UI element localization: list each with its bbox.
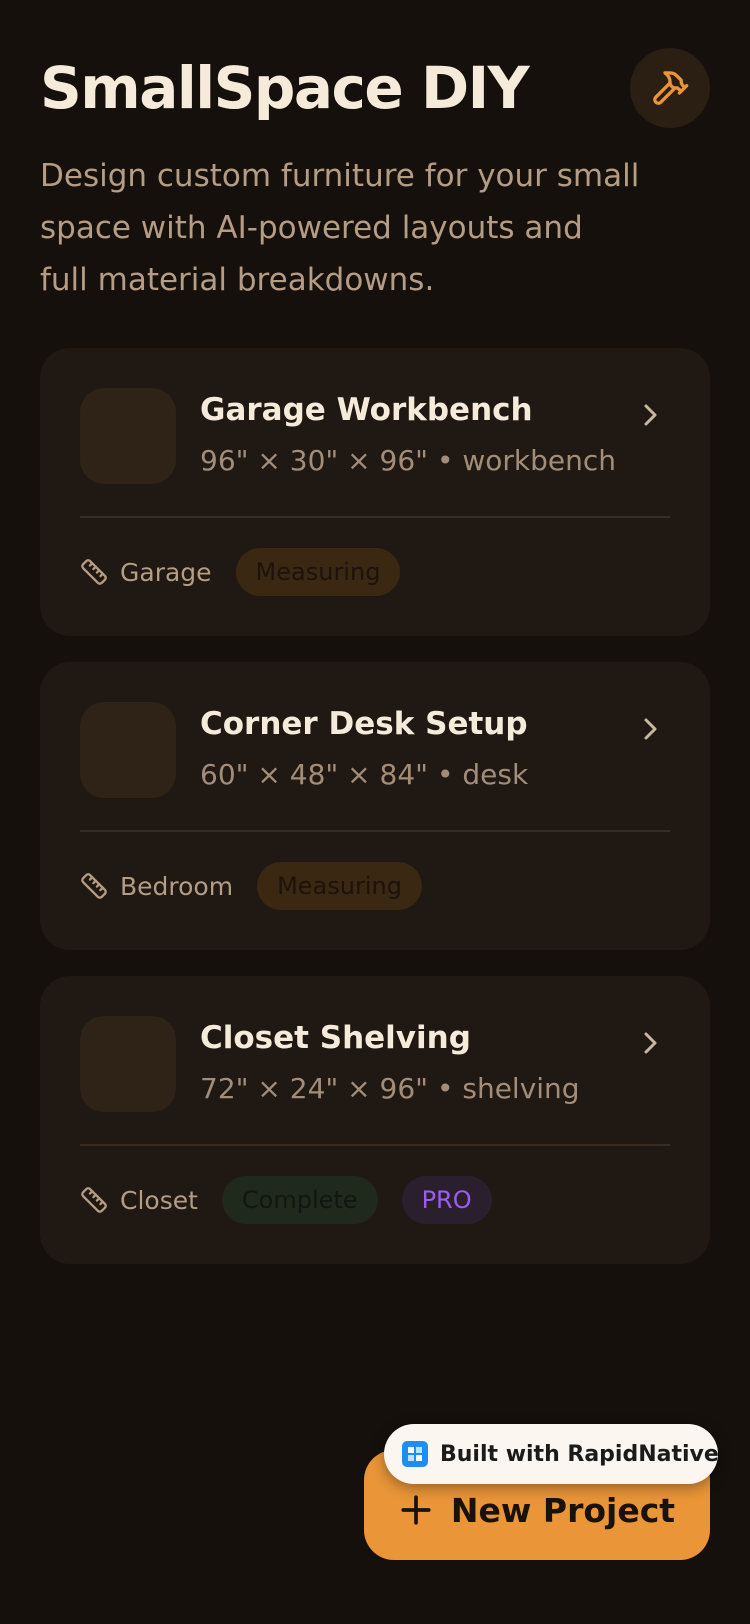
project-dimensions: 96" × 30" × 96" • workbench	[200, 444, 617, 477]
pro-badge: PRO	[401, 1176, 492, 1224]
ruler-icon	[81, 559, 107, 585]
rapidnative-logo-icon	[402, 1441, 428, 1467]
chevron-right-icon[interactable]	[640, 714, 660, 744]
project-location: Closet	[120, 1185, 198, 1215]
card-header: Corner Desk Setup 60" × 48" × 84" • desk	[80, 702, 670, 798]
card-header: Garage Workbench 96" × 30" × 96" • workb…	[80, 388, 670, 484]
project-dimensions: 60" × 48" × 84" • desk	[200, 758, 529, 791]
project-card-closet-shelving[interactable]: Closet Shelving 72" × 24" × 96" • shelvi…	[40, 976, 710, 1264]
chevron-right-icon[interactable]	[640, 1028, 660, 1058]
card-header: Closet Shelving 72" × 24" × 96" • shelvi…	[80, 1016, 670, 1112]
status-badge: Measuring	[257, 862, 422, 910]
new-project-label: New Project	[450, 1490, 676, 1530]
header: SmallSpace DIY Design custom furniture f…	[40, 48, 710, 306]
built-with-label: Built with RapidNative	[440, 1441, 719, 1467]
project-location: Garage	[120, 557, 212, 587]
project-thumbnail	[80, 1016, 176, 1112]
plus-icon	[401, 1495, 431, 1525]
status-badge: Complete	[221, 1176, 378, 1224]
page-title: SmallSpace DIY	[40, 54, 530, 122]
card-divider	[80, 516, 670, 518]
page-subtitle: Design custom furniture for your small s…	[40, 158, 640, 298]
card-footer: Garage Measuring	[80, 548, 424, 596]
app-screen: SmallSpace DIY Design custom furniture f…	[0, 0, 750, 1624]
card-footer: Closet Complete PRO	[80, 1176, 516, 1224]
card-divider	[80, 830, 670, 832]
card-footer: Bedroom Measuring	[80, 862, 446, 910]
status-badge: Measuring	[235, 548, 401, 596]
project-name: Corner Desk Setup	[200, 706, 528, 742]
project-name: Garage Workbench	[200, 392, 533, 428]
project-thumbnail	[80, 388, 176, 484]
project-thumbnail	[80, 702, 176, 798]
project-name: Closet Shelving	[200, 1020, 471, 1056]
chevron-right-icon[interactable]	[640, 400, 660, 430]
ruler-icon	[81, 1187, 107, 1213]
built-with-badge[interactable]: Built with RapidNative	[384, 1424, 719, 1484]
ruler-icon	[81, 873, 107, 899]
card-divider	[80, 1144, 670, 1146]
project-card-garage-workbench[interactable]: Garage Workbench 96" × 30" × 96" • workb…	[40, 348, 710, 636]
project-location: Bedroom	[120, 871, 234, 901]
hammer-icon	[653, 71, 689, 105]
project-dimensions: 72" × 24" × 96" • shelving	[200, 1072, 580, 1105]
tools-button[interactable]	[630, 48, 710, 128]
project-card-corner-desk-setup[interactable]: Corner Desk Setup 60" × 48" × 84" • desk…	[40, 662, 710, 950]
